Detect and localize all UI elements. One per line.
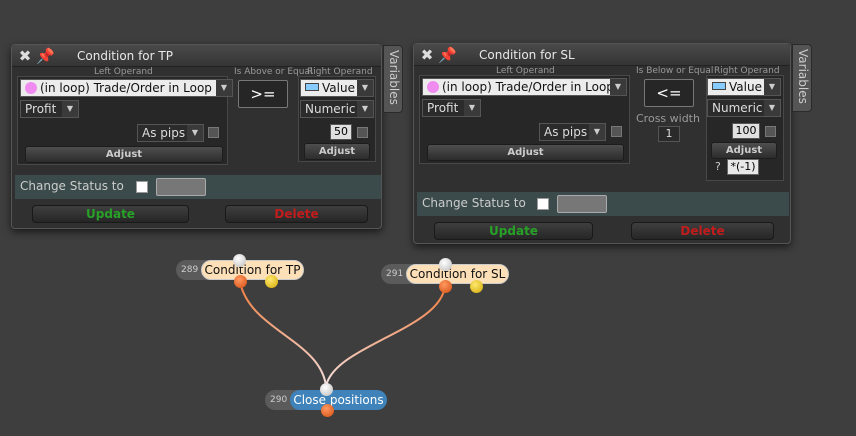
- condition-sl-panel: ✖ 📌 Condition for SL Variables Left Oper…: [413, 43, 812, 244]
- right-adjust-button[interactable]: Adjust: [304, 143, 370, 160]
- operator-button[interactable]: >=: [238, 80, 288, 108]
- cross-width-label: Cross width: [636, 112, 700, 125]
- chevron-down-icon: ▼: [464, 100, 480, 116]
- wire-sl-to-close: [325, 285, 446, 387]
- node-sl-output-port[interactable]: [439, 280, 452, 293]
- close-icon[interactable]: ✖: [16, 47, 34, 65]
- operator-label: Is Below or Equal: [636, 66, 714, 76]
- node-tp-input-port[interactable]: [233, 254, 246, 267]
- close-icon[interactable]: ✖: [418, 46, 436, 64]
- chevron-down-icon: ▼: [357, 80, 373, 96]
- delete-button[interactable]: Delete: [225, 205, 368, 223]
- change-status-field[interactable]: [156, 178, 206, 196]
- node-label: Close positions: [290, 390, 387, 410]
- node-sl-false-port[interactable]: [470, 280, 483, 293]
- node-close-output-port[interactable]: [321, 404, 334, 417]
- panel-title: Condition for SL: [479, 48, 575, 62]
- cross-width-input[interactable]: 1: [658, 126, 680, 142]
- variables-tab[interactable]: Variables: [383, 45, 403, 113]
- update-button[interactable]: Update: [32, 205, 189, 223]
- left-operand-field-select[interactable]: Profit ▼: [422, 99, 481, 117]
- chevron-down-icon: ▼: [187, 125, 203, 141]
- right-multiplier-input[interactable]: *(-1): [727, 159, 759, 175]
- node-sl-input-port[interactable]: [439, 258, 452, 271]
- change-status-row: Change Status to: [15, 175, 381, 199]
- right-operand-type-select[interactable]: Value ▼: [707, 78, 781, 96]
- node-tp-false-port[interactable]: [265, 275, 278, 288]
- chevron-down-icon: ▼: [589, 124, 605, 140]
- left-adjust-button[interactable]: Adjust: [427, 144, 624, 161]
- wire-tp-to-close: [239, 281, 327, 387]
- change-status-checkbox[interactable]: [136, 181, 148, 193]
- trade-order-icon: [427, 81, 439, 93]
- pin-icon[interactable]: 📌: [438, 46, 457, 64]
- change-status-checkbox[interactable]: [537, 198, 549, 210]
- chevron-down-icon: ▼: [764, 79, 780, 95]
- node-close-input-port[interactable]: [320, 383, 333, 396]
- node-label: Condition for TP: [201, 260, 304, 280]
- panel-title: Condition for TP: [77, 49, 173, 63]
- right-value-checkbox[interactable]: [357, 127, 368, 138]
- panel-header[interactable]: ✖ 📌 Condition for TP: [12, 45, 381, 67]
- chevron-down-icon: ▼: [216, 80, 232, 96]
- value-icon: [712, 82, 726, 90]
- delete-button[interactable]: Delete: [631, 222, 774, 240]
- right-value-input[interactable]: 100: [732, 123, 760, 139]
- variables-tab[interactable]: Variables: [792, 44, 812, 112]
- right-value-input[interactable]: 50: [330, 124, 352, 140]
- update-button[interactable]: Update: [434, 222, 593, 240]
- left-operand-unit-select[interactable]: As pips ▼: [539, 123, 606, 141]
- change-status-label: Change Status to: [422, 196, 526, 210]
- node-tp-output-port[interactable]: [234, 275, 247, 288]
- value-icon: [305, 83, 319, 91]
- chevron-down-icon: ▼: [357, 101, 373, 117]
- trade-order-icon: [25, 82, 37, 94]
- left-operand-field-select[interactable]: Profit ▼: [20, 100, 79, 118]
- right-adjust-button[interactable]: Adjust: [711, 142, 777, 159]
- change-status-row: Change Status to: [417, 192, 789, 216]
- chevron-down-icon: ▼: [62, 101, 78, 117]
- chevron-down-icon: ▼: [610, 79, 626, 95]
- operator-button[interactable]: <=: [644, 79, 694, 107]
- right-operand-format-select[interactable]: Numeric ▼: [300, 100, 374, 118]
- left-adjust-button[interactable]: Adjust: [25, 146, 223, 163]
- condition-tp-panel: ✖ 📌 Condition for TP Variables Left Oper…: [11, 44, 403, 229]
- as-pips-checkbox[interactable]: [611, 126, 622, 137]
- change-status-label: Change Status to: [20, 179, 124, 193]
- right-value-checkbox[interactable]: [765, 126, 776, 137]
- chevron-down-icon: ▼: [764, 100, 780, 116]
- as-pips-checkbox[interactable]: [208, 127, 219, 138]
- change-status-field[interactable]: [557, 195, 607, 213]
- panel-header[interactable]: ✖ 📌 Condition for SL: [414, 44, 790, 66]
- right-operand-format-select[interactable]: Numeric ▼: [707, 99, 781, 117]
- pin-icon[interactable]: 📌: [36, 47, 55, 65]
- left-operand-source-select[interactable]: (in loop) Trade/Order in Loop ▼: [422, 78, 627, 96]
- left-operand-unit-select[interactable]: As pips ▼: [137, 124, 204, 142]
- right-question-mark: ?: [715, 160, 721, 173]
- left-operand-source-select[interactable]: (in loop) Trade/Order in Loop ▼: [20, 79, 233, 97]
- node-label: Condition for SL: [406, 264, 509, 284]
- right-operand-type-select[interactable]: Value ▼: [300, 79, 374, 97]
